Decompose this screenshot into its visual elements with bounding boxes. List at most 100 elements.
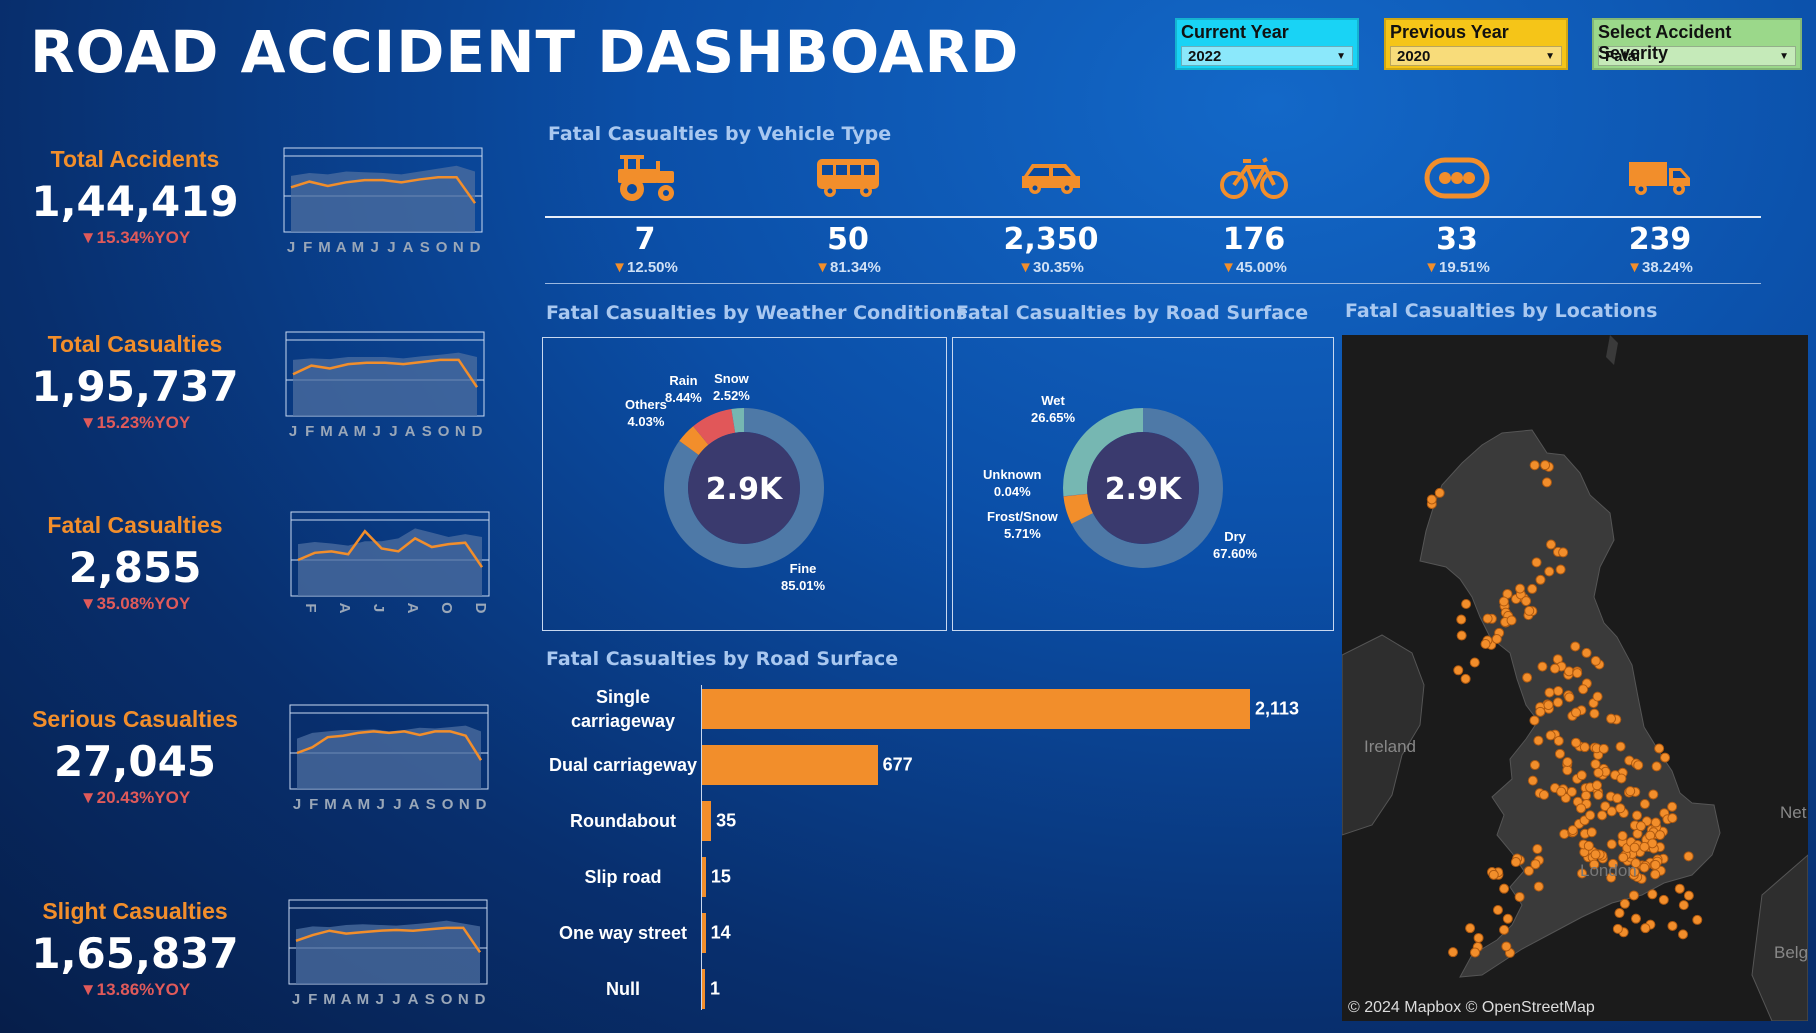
- accident-point: [1564, 692, 1575, 703]
- weather-section-title: Fatal Casualties by Weather Conditions: [546, 302, 968, 324]
- kpi-label: Serious Casualties: [32, 706, 238, 732]
- accident-point: [1625, 786, 1636, 797]
- previous-year-value: 2020: [1397, 47, 1431, 65]
- accident-point: [1473, 932, 1484, 943]
- donut-label-dry: Dry 67.60%: [1213, 529, 1258, 561]
- truck-icon: [1560, 148, 1760, 208]
- kpi-serious-casualties: Serious Casualties 27,045 ▼20.43%YOY: [20, 706, 250, 808]
- sparkline-month-label: M: [352, 239, 365, 256]
- accident-point: [1535, 706, 1546, 717]
- car-icon: [951, 148, 1151, 208]
- sparkline-month-label: F: [302, 603, 319, 612]
- accident-point: [1544, 566, 1555, 577]
- kpi-yoy: ▼15.34%YOY: [79, 228, 191, 247]
- bar-row: One way street 14: [545, 911, 1345, 955]
- bar-value-label: 1: [710, 978, 721, 999]
- vehicle-yoy: ▼81.34%: [815, 259, 881, 276]
- accident-point: [1540, 460, 1551, 471]
- sparkline-month-label: O: [438, 423, 450, 440]
- accident-point: [1499, 883, 1510, 894]
- accident-point: [1692, 914, 1703, 925]
- europe-land: [1751, 854, 1808, 1021]
- sparkline-slight-casualties: JFMAMJJASOND: [288, 898, 488, 1010]
- vehicle-value: 33: [1436, 222, 1478, 257]
- accident-point: [1510, 857, 1521, 868]
- place-label-ireland: Ireland: [1364, 737, 1416, 756]
- accident-point: [1567, 825, 1578, 836]
- accident-point: [1616, 773, 1627, 784]
- severity-filter[interactable]: Select Accident Severity Fatal ▼: [1592, 18, 1802, 70]
- severity-select[interactable]: Fatal ▼: [1598, 46, 1796, 66]
- sparkline-month-label: M: [357, 991, 370, 1008]
- accident-point: [1543, 700, 1554, 711]
- sparkline-month-label: M: [358, 796, 371, 813]
- accident-point: [1545, 730, 1556, 741]
- accident-point: [1667, 920, 1678, 931]
- bar-axis: [701, 685, 702, 1010]
- accident-point: [1639, 799, 1650, 810]
- accident-point: [1654, 743, 1665, 754]
- donut-label-wet: Wet 26.65%: [1031, 393, 1076, 425]
- chevron-down-icon[interactable]: ▼: [1779, 51, 1789, 62]
- accident-point: [1482, 613, 1493, 624]
- accident-point: [1628, 890, 1639, 901]
- accident-point: [1581, 647, 1592, 658]
- accident-point: [1566, 786, 1577, 797]
- accident-point: [1612, 923, 1623, 934]
- bar-category-label: Null: [606, 979, 640, 999]
- kpi-total-accidents: Total Accidents 1,44,419 ▼15.34%YOY: [20, 146, 250, 248]
- accident-point: [1576, 770, 1587, 781]
- vehicle-bicycle: 176 ▼45.00%: [1154, 148, 1354, 276]
- sparkline-month-label: M: [320, 423, 333, 440]
- accident-point: [1572, 668, 1583, 679]
- sparkline-month-label: D: [476, 796, 487, 813]
- current-year-select[interactable]: 2022 ▼: [1181, 46, 1353, 66]
- donut-label-rain: Rain 8.44%: [665, 373, 702, 405]
- chevron-down-icon[interactable]: ▼: [1336, 51, 1346, 62]
- sparkline-month-label: N: [459, 796, 470, 813]
- current-year-filter[interactable]: Current Year 2022 ▼: [1175, 18, 1359, 70]
- accident-point: [1465, 923, 1476, 934]
- chevron-down-icon[interactable]: ▼: [1545, 51, 1555, 62]
- bar-row: Slip road 15: [545, 855, 1345, 899]
- accident-point: [1522, 672, 1533, 683]
- great-britain-land: [1419, 429, 1721, 978]
- bar-category-label: Dual carriageway: [548, 755, 698, 775]
- sparkline-month-label: A: [336, 239, 347, 256]
- place-label-net: Net: [1780, 803, 1807, 822]
- sparkline-chart: JFMAMJJASOND: [288, 899, 488, 1008]
- accident-point: [1532, 844, 1543, 855]
- accident-point: [1480, 639, 1491, 650]
- sparkline-month-label: J: [372, 423, 380, 440]
- sparkline-month-label: S: [420, 239, 430, 256]
- sparkline-month-label: F: [305, 423, 314, 440]
- accident-point: [1553, 685, 1564, 696]
- ireland-land: [1342, 634, 1425, 836]
- previous-year-filter[interactable]: Previous Year 2020 ▼: [1384, 18, 1568, 70]
- sparkline-month-label: N: [455, 423, 466, 440]
- bar-row: Dual carriageway 677: [545, 743, 1345, 787]
- accident-point: [1533, 735, 1544, 746]
- accident-point: [1678, 900, 1689, 911]
- sparkline-month-label: O: [436, 239, 448, 256]
- previous-year-select[interactable]: 2020 ▼: [1390, 46, 1562, 66]
- sparkline-month-label: J: [287, 239, 295, 256]
- other-vehicle-icon: [1357, 148, 1557, 208]
- accident-point: [1592, 780, 1603, 791]
- accident-point: [1615, 741, 1626, 752]
- sparkline-chart: JFMAMJJASOND: [289, 704, 489, 813]
- accident-point: [1660, 752, 1671, 763]
- bar-category-label: One way street: [558, 923, 688, 943]
- weather-donut-panel: 2.9K Rain 8.44% Snow 2.52% Others 4.03% Fin…: [542, 337, 947, 631]
- surface-section-title: Fatal Casualties by Road Surface: [956, 302, 1309, 324]
- sparkline-month-label: D: [475, 991, 486, 1008]
- tractor-icon: [545, 148, 745, 208]
- current-year-value: 2022: [1188, 47, 1222, 65]
- locations-map[interactable]: Ireland London Net Belg © 2024 Mapbox © …: [1342, 335, 1808, 1021]
- shetland-land: [1606, 335, 1618, 365]
- sparkline-month-label: A: [408, 991, 419, 1008]
- accident-point: [1521, 596, 1532, 607]
- donut-label-snow: Snow 2.52%: [713, 371, 750, 403]
- vehicle-yoy: ▼12.50%: [612, 259, 678, 276]
- accident-point: [1632, 810, 1643, 821]
